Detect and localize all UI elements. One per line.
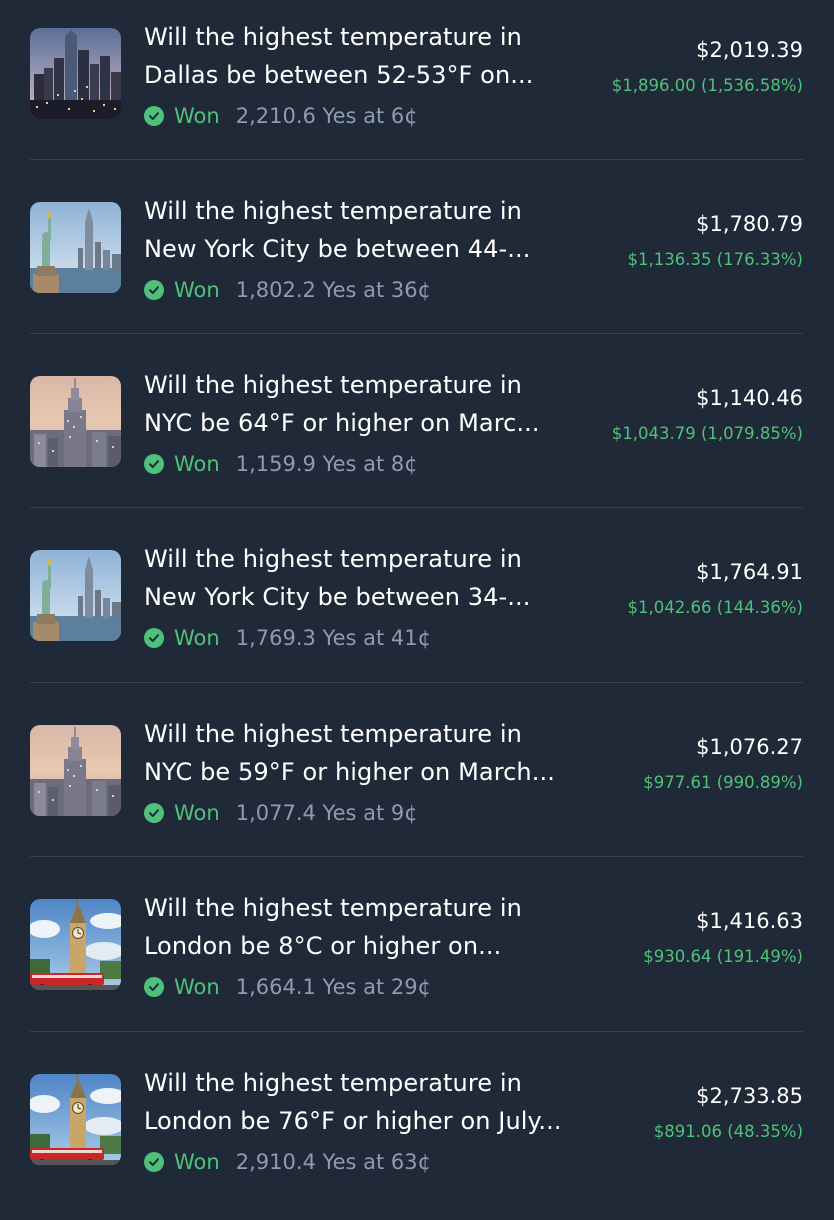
profit-loss: $977.61 (990.89%) (643, 773, 803, 792)
row-divider (30, 1031, 803, 1032)
dallas-skyline-image (30, 28, 121, 119)
check-circle-icon (144, 106, 164, 126)
check-circle-icon (144, 977, 164, 997)
position-row[interactable]: Will the highest temperature in London b… (30, 871, 803, 1045)
profit-loss: $1,042.66 (144.36%) (627, 598, 803, 617)
market-title-line2: New York City be between 34-... (144, 583, 531, 611)
market-title: Will the highest temperature in London b… (144, 889, 604, 965)
statue-of-liberty-image (30, 202, 121, 293)
position-meta: Won 2,210.6 Yes at 6¢ (144, 100, 418, 132)
shares-info: 1,769.3 Yes at 41¢ (235, 626, 431, 650)
profit-loss: $1,043.79 (1,079.85%) (611, 424, 803, 443)
profit-loss: $891.06 (48.35%) (653, 1122, 803, 1141)
big-ben-image (30, 899, 121, 990)
market-title-line2: NYC be 64°F or higher on Marc... (144, 409, 540, 437)
position-meta: Won 1,769.3 Yes at 41¢ (144, 622, 431, 654)
market-title-line1: Will the highest temperature in (144, 23, 522, 51)
current-value: $1,140.46 (696, 386, 803, 410)
position-row[interactable]: Will the highest temperature in NYC be 5… (30, 697, 803, 871)
empire-state-building-image (30, 376, 121, 467)
market-title: Will the highest temperature in NYC be 5… (144, 715, 604, 791)
check-circle-icon (144, 628, 164, 648)
position-row[interactable]: Will the highest temperature in London b… (30, 1046, 803, 1220)
market-title-line1: Will the highest temperature in (144, 371, 522, 399)
position-row[interactable]: Will the highest temperature in NYC be 6… (30, 348, 803, 522)
position-meta: Won 2,910.4 Yes at 63¢ (144, 1146, 431, 1178)
position-meta: Won 1,077.4 Yes at 9¢ (144, 797, 418, 829)
check-circle-icon (144, 1152, 164, 1172)
market-title-line1: Will the highest temperature in (144, 720, 522, 748)
position-meta: Won 1,159.9 Yes at 8¢ (144, 448, 418, 480)
position-meta: Won 1,802.2 Yes at 36¢ (144, 274, 431, 306)
row-divider (30, 682, 803, 683)
row-divider (30, 856, 803, 857)
status-label: Won (174, 1150, 220, 1174)
row-divider (30, 333, 803, 334)
position-row[interactable]: Will the highest temperature in New York… (30, 522, 803, 696)
position-row[interactable]: Will the highest temperature in New York… (30, 174, 803, 348)
market-title-line1: Will the highest temperature in (144, 197, 522, 225)
current-value: $2,019.39 (696, 38, 803, 62)
statue-of-liberty-image (30, 550, 121, 641)
row-divider (30, 507, 803, 508)
market-title-line1: Will the highest temperature in (144, 894, 522, 922)
status-label: Won (174, 452, 220, 476)
row-divider (30, 159, 803, 160)
check-circle-icon (144, 280, 164, 300)
current-value: $1,780.79 (696, 212, 803, 236)
market-title-line1: Will the highest temperature in (144, 1069, 522, 1097)
current-value: $2,733.85 (696, 1084, 803, 1108)
market-title-line2: NYC be 59°F or higher on March... (144, 758, 555, 786)
profit-loss: $1,896.00 (1,536.58%) (611, 76, 803, 95)
status-label: Won (174, 975, 220, 999)
market-title: Will the highest temperature in Dallas b… (144, 18, 604, 94)
profit-loss: $930.64 (191.49%) (643, 947, 803, 966)
market-title: Will the highest temperature in London b… (144, 1064, 604, 1140)
market-title: Will the highest temperature in New York… (144, 192, 604, 268)
market-title-line2: London be 76°F or higher on July... (144, 1107, 562, 1135)
status-label: Won (174, 104, 220, 128)
status-label: Won (174, 626, 220, 650)
shares-info: 1,664.1 Yes at 29¢ (235, 975, 431, 999)
market-title-line2: London be 8°C or higher on... (144, 932, 502, 960)
status-label: Won (174, 278, 220, 302)
big-ben-image (30, 1074, 121, 1165)
market-title-line1: Will the highest temperature in (144, 545, 522, 573)
market-title-line2: New York City be between 44-... (144, 235, 531, 263)
shares-info: 1,802.2 Yes at 36¢ (235, 278, 431, 302)
market-title-line2: Dallas be between 52-53°F on... (144, 61, 534, 89)
shares-info: 1,077.4 Yes at 9¢ (235, 801, 418, 825)
status-label: Won (174, 801, 220, 825)
shares-info: 2,910.4 Yes at 63¢ (235, 1150, 431, 1174)
profit-loss: $1,136.35 (176.33%) (627, 250, 803, 269)
position-row[interactable]: Will the highest temperature in Dallas b… (30, 0, 803, 174)
check-circle-icon (144, 803, 164, 823)
shares-info: 2,210.6 Yes at 6¢ (235, 104, 418, 128)
position-meta: Won 1,664.1 Yes at 29¢ (144, 971, 431, 1003)
current-value: $1,764.91 (696, 560, 803, 584)
current-value: $1,076.27 (696, 735, 803, 759)
check-circle-icon (144, 454, 164, 474)
market-title: Will the highest temperature in New York… (144, 540, 604, 616)
shares-info: 1,159.9 Yes at 8¢ (235, 452, 418, 476)
market-title: Will the highest temperature in NYC be 6… (144, 366, 604, 442)
empire-state-building-image (30, 725, 121, 816)
current-value: $1,416.63 (696, 909, 803, 933)
